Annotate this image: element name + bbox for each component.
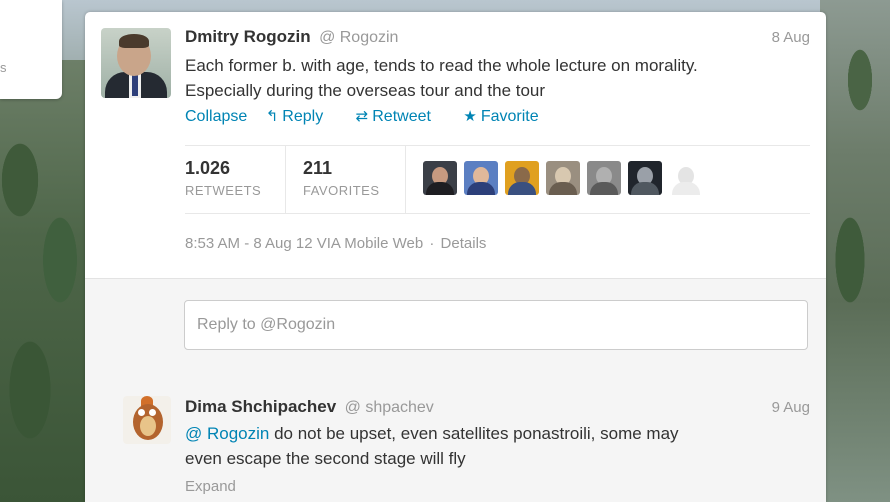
author-handle[interactable]: @ Rogozin (319, 29, 398, 46)
meta-separator: · (429, 235, 435, 252)
reply-text-line: even escape the second stage will fly (185, 449, 466, 468)
expand-link[interactable]: Expand (185, 478, 236, 495)
reply-header: Dima Shchipachev @ shpachev 9 Aug (185, 397, 810, 419)
reply-date[interactable]: 9 Aug (772, 399, 810, 416)
retweeter-avatar[interactable] (546, 161, 580, 195)
reply-text-line: @ Rogozin do not be upset, even satellit… (185, 421, 815, 446)
tweet-actions: Collapse ↰ Reply ⇄ Retweet ★ Favorite (185, 107, 567, 126)
background-forest-right (820, 0, 890, 502)
retweets-stat[interactable]: 1.026 RETWEETS (185, 146, 286, 213)
star-icon: ★ (463, 108, 477, 125)
retweeter-avatar[interactable] (587, 161, 621, 195)
retweeter-avatar[interactable] (464, 161, 498, 195)
reply-area: Reply to @Rogozin (85, 278, 826, 376)
details-link[interactable]: Details (441, 235, 487, 252)
tweet-text-line: Each former b. with age, tends to read t… (185, 56, 698, 75)
tweet-stats: 1.026 RETWEETS 211 FAVORITES (185, 145, 810, 214)
tweet-text: Each former b. with age, tends to read t… (185, 53, 815, 103)
reply-button[interactable]: ↰ Reply (266, 107, 337, 126)
left-side-card: s (0, 0, 62, 99)
reply-label: Reply (282, 108, 324, 125)
reply-author-name[interactable]: Dima Shchipachev (185, 397, 336, 416)
collapse-link[interactable]: Collapse (185, 108, 247, 126)
retweets-count: 1.026 (185, 158, 231, 178)
author-name[interactable]: Dmitry Rogozin (185, 27, 311, 46)
tweet-text-line: Especially during the overseas tour and … (185, 81, 546, 100)
favorite-button[interactable]: ★ Favorite (463, 107, 552, 126)
retweeter-avatar[interactable] (628, 161, 662, 195)
left-card-text: s (0, 60, 7, 75)
retweet-button[interactable]: ⇄ Retweet (356, 107, 445, 126)
retweet-icon: ⇄ (355, 108, 369, 125)
reply-input[interactable]: Reply to @Rogozin (184, 300, 808, 350)
favorite-label: Favorite (480, 108, 539, 125)
retweeter-avatar[interactable] (423, 161, 457, 195)
reply-author-handle[interactable]: @ shpachev (345, 399, 434, 416)
tweet-header: Dmitry Rogozin @ Rogozin 8 Aug (185, 27, 810, 49)
tweet-detail-panel: Dmitry Rogozin @ Rogozin 8 Aug Each form… (85, 12, 826, 502)
retweeter-avatar[interactable] (669, 161, 703, 195)
retweet-label: Retweet (372, 108, 431, 125)
main-tweet[interactable]: Dmitry Rogozin @ Rogozin 8 Aug Each form… (85, 12, 826, 278)
author-avatar[interactable] (101, 28, 171, 98)
retweeter-avatar[interactable] (505, 161, 539, 195)
tweet-timestamp[interactable]: 8:53 AM - 8 Aug 12 VIA Mobile Web (185, 235, 423, 252)
tweet-meta: 8:53 AM - 8 Aug 12 VIA Mobile Web · Deta… (185, 235, 486, 252)
favorites-label: FAVORITES (303, 183, 380, 198)
favorites-count: 211 (303, 158, 333, 178)
reply-text-rest: do not be upset, even satellites ponastr… (269, 424, 679, 443)
favorites-stat[interactable]: 211 FAVORITES (285, 146, 406, 213)
retweets-label: RETWEETS (185, 183, 262, 198)
reply-tweet[interactable]: Dima Shchipachev @ shpachev 9 Aug @ Rogo… (85, 375, 826, 502)
reply-arrow-icon: ↰ (265, 108, 279, 125)
reply-text: @ Rogozin do not be upset, even satellit… (185, 421, 815, 471)
mention-link[interactable]: @ Rogozin (185, 424, 269, 443)
reply-author-avatar[interactable] (123, 396, 171, 444)
tweet-date[interactable]: 8 Aug (772, 29, 810, 46)
